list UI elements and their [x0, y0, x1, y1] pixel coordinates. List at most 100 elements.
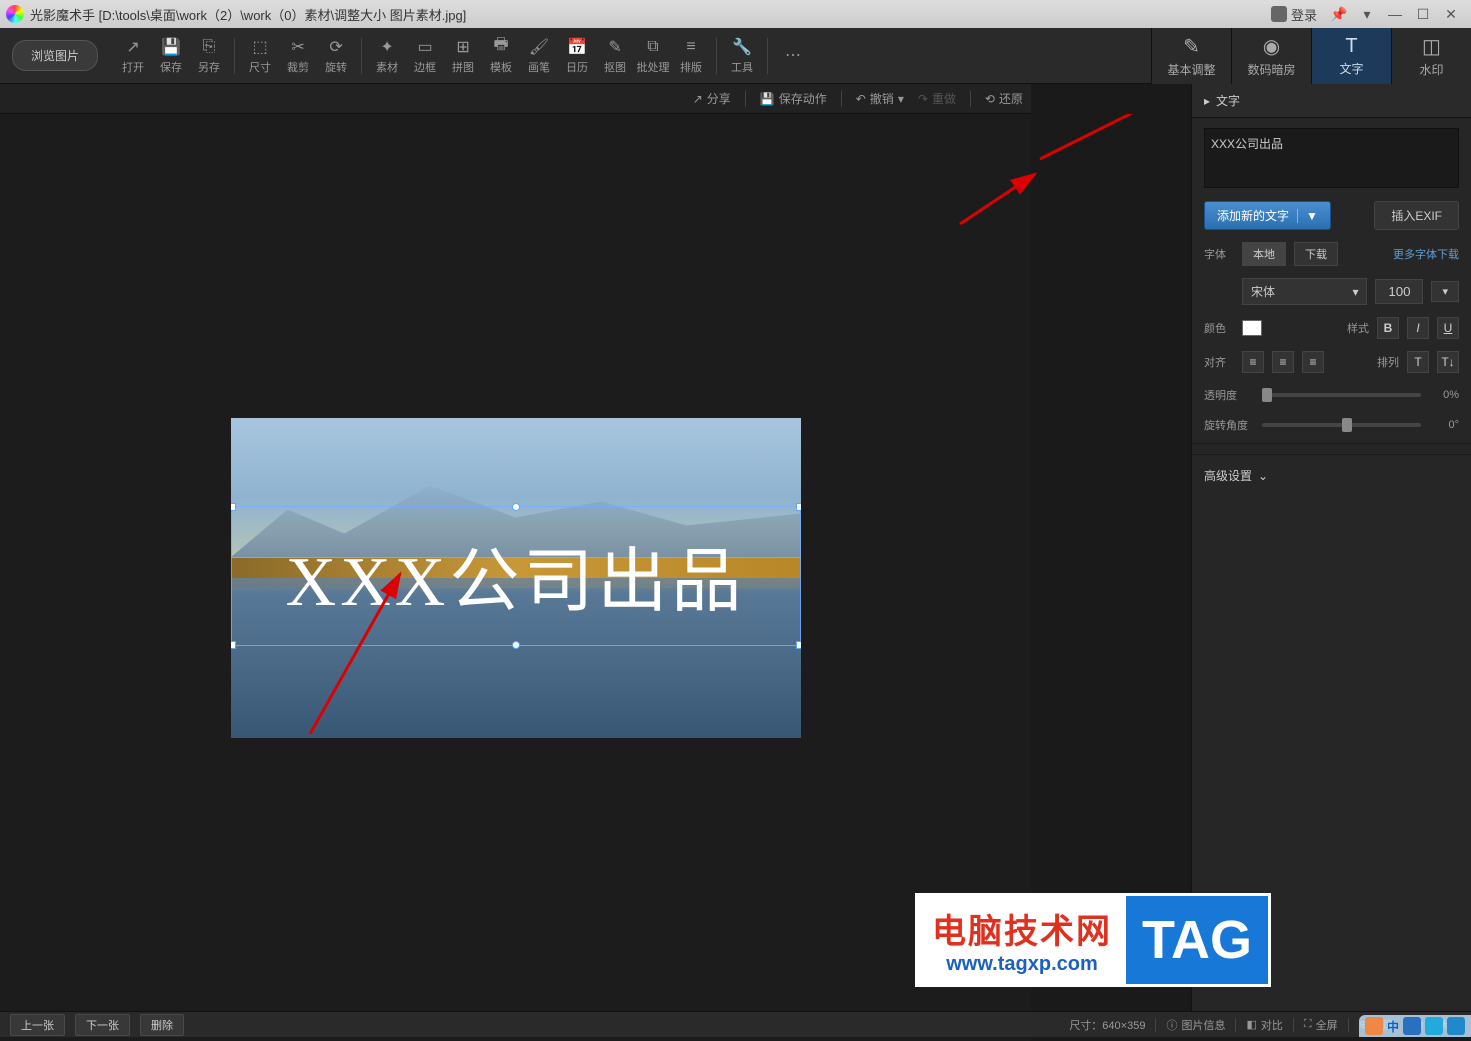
titlebar: 光影魔术手 [D:\tools\桌面\work（2）\work（0）素材\调整大… [0, 0, 1471, 28]
maximize-button[interactable]: ☐ [1409, 4, 1437, 24]
font-local-tab[interactable]: 本地 [1242, 242, 1286, 266]
resize-handle[interactable] [231, 641, 236, 649]
tool-icon: ⬚ [250, 37, 270, 57]
tool-另存[interactable]: ⎘另存 [190, 37, 228, 75]
tray-icon[interactable] [1447, 1017, 1465, 1035]
right-tabs: ✎基本调整◉数码暗房T文字◫水印 [1151, 28, 1471, 84]
save-action-button[interactable]: 💾 保存动作 [760, 90, 827, 107]
style-label: 样式 [1347, 320, 1369, 336]
canvas-area[interactable]: XXX公司出品 [0, 114, 1031, 1041]
tool-尺寸[interactable]: ⬚尺寸 [241, 37, 279, 75]
tutorial-watermark: 电脑技术网 www.tagxp.com TAG [915, 893, 1271, 987]
image-canvas[interactable]: XXX公司出品 [231, 418, 801, 738]
tool-工具[interactable]: 🔧工具 [723, 37, 761, 75]
minimize-button[interactable]: — [1381, 4, 1409, 24]
watermark-title: 电脑技术网 [932, 904, 1112, 953]
tool-素材[interactable]: ✦素材 [368, 37, 406, 75]
arrange-horizontal-button[interactable]: T [1407, 351, 1429, 373]
tool-icon: ✦ [377, 37, 397, 57]
tool-裁剪[interactable]: ✂裁剪 [279, 37, 317, 75]
redo-button[interactable]: ↷ 重做 [918, 90, 956, 107]
tool-icon: ✎ [605, 37, 625, 57]
chevron-down-icon: ⌄ [1258, 469, 1268, 483]
pin-button[interactable]: 📌 [1325, 4, 1353, 24]
system-tray: 中 [1359, 1015, 1471, 1037]
opacity-slider[interactable] [1262, 393, 1421, 397]
rotate-handle[interactable] [512, 641, 520, 649]
tray-icon[interactable] [1403, 1017, 1421, 1035]
rotate-handle[interactable] [512, 503, 520, 511]
restore-button[interactable]: ⟲ 还原 [985, 90, 1023, 107]
tray-icon[interactable] [1365, 1017, 1383, 1035]
tool-icon: 🖌 [529, 37, 549, 57]
browse-images-button[interactable]: 浏览图片 [12, 40, 98, 71]
tray-icon[interactable] [1425, 1017, 1443, 1035]
text-content-input[interactable] [1204, 128, 1459, 188]
align-center-button[interactable]: ≡ [1272, 351, 1294, 373]
advanced-settings-toggle[interactable]: 高级设置 ⌄ [1192, 454, 1471, 496]
resize-handle[interactable] [796, 503, 801, 511]
opacity-value: 0% [1429, 389, 1459, 401]
tool-抠图[interactable]: ✎抠图 [596, 37, 634, 75]
image-info-button[interactable]: ⓘ 图片信息 [1166, 1017, 1225, 1033]
tab-icon: ✎ [1183, 34, 1200, 59]
next-image-button[interactable]: 下一张 [75, 1014, 130, 1036]
compare-button[interactable]: ◧ 对比 [1246, 1017, 1282, 1033]
app-logo-icon [6, 5, 24, 23]
share-button[interactable]: ↗ 分享 [693, 90, 731, 107]
tool-旋转[interactable]: ⟳旋转 [317, 37, 355, 75]
more-fonts-link[interactable]: 更多字体下载 [1393, 246, 1459, 262]
panel-header[interactable]: ▸ 文字 [1192, 84, 1471, 118]
watermark-tag: TAG [1126, 896, 1268, 984]
tool-icon: ⧉ [643, 37, 663, 57]
tool-批处理[interactable]: ⧉批处理 [634, 37, 672, 75]
window-title: 光影魔术手 [D:\tools\桌面\work（2）\work（0）素材\调整大… [30, 5, 466, 24]
rotate-slider[interactable] [1262, 423, 1421, 427]
add-text-button[interactable]: 添加新的文字▼ [1204, 201, 1331, 230]
overlay-text[interactable]: XXX公司出品 [286, 525, 746, 626]
right-tab-基本调整[interactable]: ✎基本调整 [1151, 28, 1231, 84]
opacity-label: 透明度 [1204, 387, 1254, 403]
align-right-button[interactable]: ≡ [1302, 351, 1324, 373]
prev-image-button[interactable]: 上一张 [10, 1014, 65, 1036]
font-size-input[interactable] [1375, 279, 1423, 304]
undo-button[interactable]: ↶ 撤销 ▾ [856, 90, 904, 107]
rotate-label: 旋转角度 [1204, 417, 1254, 433]
tool-排版[interactable]: ≡排版 [672, 37, 710, 75]
resize-handle[interactable] [796, 641, 801, 649]
tool-icon: 🔧 [732, 37, 752, 57]
menu-button[interactable]: ▾ [1353, 4, 1381, 24]
tool-icon: ⊞ [453, 37, 473, 57]
text-overlay-box[interactable]: XXX公司出品 [231, 506, 801, 646]
tool-模板[interactable]: 🖶模板 [482, 37, 520, 75]
tool-打开[interactable]: ↗打开 [114, 37, 152, 75]
insert-exif-button[interactable]: 插入EXIF [1374, 201, 1459, 230]
arrange-vertical-button[interactable]: T↓ [1437, 351, 1459, 373]
font-download-tab[interactable]: 下载 [1294, 242, 1338, 266]
underline-button[interactable]: U [1437, 317, 1459, 339]
tool-画笔[interactable]: 🖌画笔 [520, 37, 558, 75]
fullscreen-button[interactable]: ⛶ 全屏 [1304, 1017, 1338, 1033]
image-dimensions: 尺寸：640×359 [1069, 1017, 1145, 1033]
font-family-select[interactable]: 宋体▾ [1242, 278, 1367, 305]
right-tab-水印[interactable]: ◫水印 [1391, 28, 1471, 84]
tool-[interactable]: ⋯ [774, 45, 812, 67]
login-button[interactable]: 登录 [1271, 5, 1317, 24]
tool-边框[interactable]: ▭边框 [406, 37, 444, 75]
bold-button[interactable]: B [1377, 317, 1399, 339]
tool-保存[interactable]: 💾保存 [152, 37, 190, 75]
tool-拼图[interactable]: ⊞拼图 [444, 37, 482, 75]
right-tab-文字[interactable]: T文字 [1311, 28, 1391, 84]
color-label: 颜色 [1204, 320, 1234, 336]
right-tab-数码暗房[interactable]: ◉数码暗房 [1231, 28, 1311, 84]
watermark-url: www.tagxp.com [932, 953, 1112, 976]
tool-日历[interactable]: 📅日历 [558, 37, 596, 75]
text-color-swatch[interactable] [1242, 320, 1262, 336]
delete-image-button[interactable]: 删除 [140, 1014, 184, 1036]
resize-handle[interactable] [231, 503, 236, 511]
close-button[interactable]: ✕ [1437, 4, 1465, 24]
action-bar: ↗ 分享 💾 保存动作 ↶ 撤销 ▾ ↷ 重做 ⟲ 还原 [0, 84, 1031, 114]
align-left-button[interactable]: ≡ [1242, 351, 1264, 373]
italic-button[interactable]: I [1407, 317, 1429, 339]
font-size-dropdown[interactable]: ▾ [1431, 281, 1459, 302]
